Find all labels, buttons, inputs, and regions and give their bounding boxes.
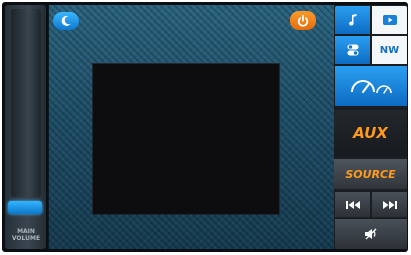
gauge-button[interactable] <box>335 66 407 106</box>
power-button[interactable] <box>290 11 316 30</box>
video-play-icon <box>382 15 397 25</box>
main-volume-label-line1: MAIN <box>17 228 35 235</box>
volume-slider-handle[interactable] <box>8 201 42 214</box>
nw-label: NW <box>379 44 400 56</box>
previous-track-button[interactable] <box>335 192 370 217</box>
head-unit-screen: MAIN VOLUME NW AUX SOURCE <box>2 2 408 252</box>
toggle-switches-icon <box>347 44 358 56</box>
next-track-button[interactable] <box>372 192 407 217</box>
night-mode-button[interactable] <box>53 12 79 30</box>
speaker-mute-icon <box>365 228 377 240</box>
crescent-moon-icon <box>61 15 71 26</box>
volume-slider-track[interactable] <box>11 9 41 197</box>
speedometer-icon <box>351 80 392 94</box>
settings-button[interactable] <box>335 36 370 64</box>
video-display-area <box>92 63 280 215</box>
main-volume-label: MAIN VOLUME <box>7 223 45 247</box>
skip-next-icon <box>382 200 397 209</box>
volume-panel: MAIN VOLUME <box>5 5 46 249</box>
music-mode-button[interactable] <box>335 6 370 34</box>
music-note-icon <box>348 14 356 26</box>
main-volume-label-line2: VOLUME <box>11 235 41 242</box>
source-button[interactable]: SOURCE <box>334 159 407 189</box>
current-mode-label: AUX <box>334 110 407 156</box>
mute-button[interactable] <box>335 219 407 249</box>
video-mode-button[interactable] <box>372 6 407 34</box>
nw-button[interactable]: NW <box>372 36 407 64</box>
skip-previous-icon <box>345 200 360 209</box>
power-icon <box>297 14 309 27</box>
